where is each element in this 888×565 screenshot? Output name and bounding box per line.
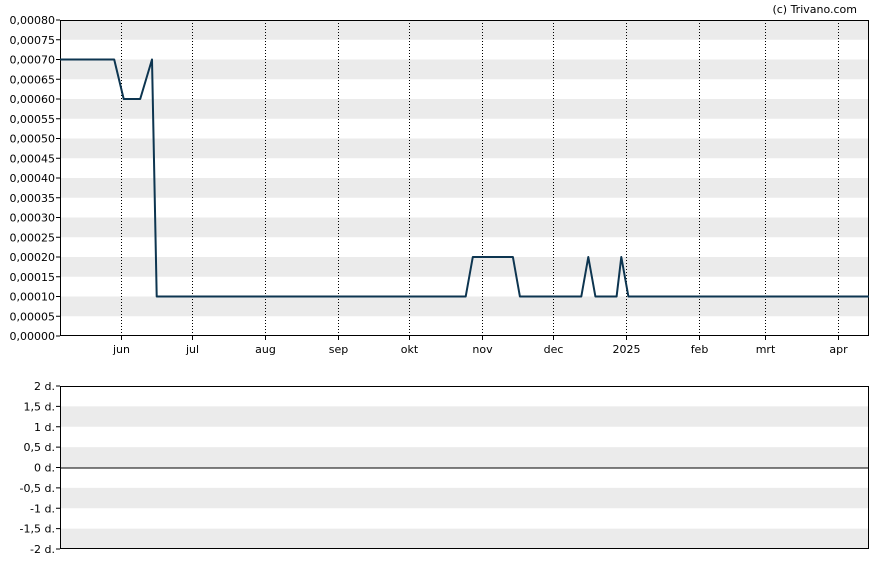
y-tick-label: 0,00070 (10, 54, 56, 67)
x-tick-label: okt (401, 343, 419, 356)
y-tick-label: 0,00075 (10, 34, 56, 47)
chart-canvas: (c) Trivano.com 0,000800,000750,000700,0… (10, 3, 870, 556)
grid-band (60, 178, 869, 198)
y-tick-label: 0,00030 (10, 212, 56, 225)
y-tick-label: 0,00080 (10, 14, 56, 27)
y-tick-label: 0,00035 (10, 192, 56, 205)
grid-band (60, 138, 869, 159)
x-tick-label: 2025 (613, 343, 641, 356)
x-tick-label: sep (329, 343, 348, 356)
y-tick-label: 0,00040 (10, 172, 56, 185)
y-tick-label: 0,00015 (10, 271, 56, 284)
y-tick-label: 1 d. (34, 421, 55, 434)
y-tick-label: -2 d. (30, 543, 55, 556)
x-tick-label: jun (112, 343, 130, 356)
x-tick-label: dec (544, 343, 564, 356)
y-tick-label: 0,00045 (10, 152, 56, 165)
y-tick-label: 0,00010 (10, 291, 56, 304)
y-tick-label: 1,5 d. (24, 400, 55, 413)
y-tick-label: 0,00060 (10, 93, 56, 106)
y-tick-label: -1 d. (30, 502, 55, 515)
x-tick-label: mrt (756, 343, 776, 356)
grid-band (60, 528, 869, 549)
grid-band (60, 217, 869, 238)
y-tick-label: 0,00050 (10, 133, 56, 146)
grid-band (60, 487, 869, 509)
x-tick-label: nov (472, 343, 493, 356)
volume-chart: 2 d. 1,5 d. 1 d. 0,5 d. 0 d. -0,5 d. -1 d. -1,5… (20, 380, 869, 556)
y-tick-label: -0,5 d. (20, 482, 55, 495)
y-tick-label: 2 d. (34, 380, 55, 393)
grid-band (60, 296, 869, 317)
y-tick-label: 0,5 d. (24, 441, 55, 454)
x-tick-label: aug (255, 343, 276, 356)
x-tick-label: feb (691, 343, 709, 356)
grid-band (60, 257, 869, 277)
x-tick-label: apr (829, 343, 848, 356)
y-tick-label: 0,00000 (10, 330, 56, 343)
y-tick-label: 0,00005 (10, 310, 56, 323)
y-tick-label: 0,00065 (10, 73, 56, 86)
grid-band (60, 99, 869, 119)
y-tick-label: 0,00055 (10, 113, 56, 126)
y-tick-label: -1,5 d. (20, 523, 55, 536)
y-tick-label: 0,00025 (10, 231, 56, 244)
x-tick-label: jul (185, 343, 199, 356)
copyright-label: (c) Trivano.com (772, 3, 857, 16)
y-tick-label: 0 d. (34, 462, 55, 475)
grid-band (60, 20, 869, 40)
grid-band (60, 447, 869, 468)
grid-band (60, 59, 869, 80)
grid-band (60, 406, 869, 427)
y-tick-label: 0,00020 (10, 251, 56, 264)
price-chart: 0,00080 0,00075 0,00070 0,00065 0,00060 0,000… (10, 14, 870, 356)
